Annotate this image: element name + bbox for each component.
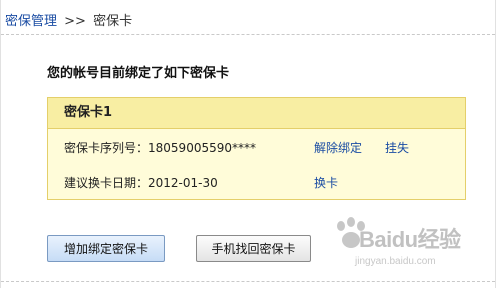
renew-row: 建议换卡日期：2012-01-30 <box>64 174 218 191</box>
serial-row: 密保卡序列号：18059005590**** <box>64 139 256 156</box>
breadcrumb-parent-link[interactable]: 密保管理 <box>5 14 57 29</box>
renew-card-link[interactable]: 换卡 <box>314 174 338 191</box>
top-divider <box>1 34 495 35</box>
breadcrumb-separator: >> <box>64 14 86 29</box>
baidu-watermark: Baidu经验 jingyan.baidu.com <box>331 208 491 278</box>
renew-date: 2012-01-30 <box>148 176 218 190</box>
security-card-panel: 密保卡1 密保卡序列号：18059005590**** 解除绑定 挂失 建议换卡… <box>47 97 466 200</box>
page: 密保管理 >> 密保卡 您的帐号目前绑定了如下密保卡 密保卡1 密保卡序列号：1… <box>0 0 496 288</box>
breadcrumb-current: 密保卡 <box>93 14 133 29</box>
unbind-link[interactable]: 解除绑定 <box>314 139 362 156</box>
bottom-divider <box>1 281 495 282</box>
watermark-brand: Baidu经验 <box>359 227 461 252</box>
breadcrumb: 密保管理 >> 密保卡 <box>5 10 132 29</box>
serial-value: 18059005590**** <box>148 141 256 155</box>
card-title: 密保卡1 <box>48 98 465 129</box>
phone-recover-card-button[interactable]: 手机找回密保卡 <box>196 235 311 262</box>
page-heading: 您的帐号目前绑定了如下密保卡 <box>47 66 230 81</box>
report-loss-link[interactable]: 挂失 <box>385 139 409 156</box>
serial-label: 密保卡序列号： <box>64 141 149 155</box>
watermark-url: jingyan.baidu.com <box>355 256 436 267</box>
add-bind-card-button[interactable]: 增加绑定密保卡 <box>47 235 165 262</box>
renew-label: 建议换卡日期： <box>64 176 149 190</box>
